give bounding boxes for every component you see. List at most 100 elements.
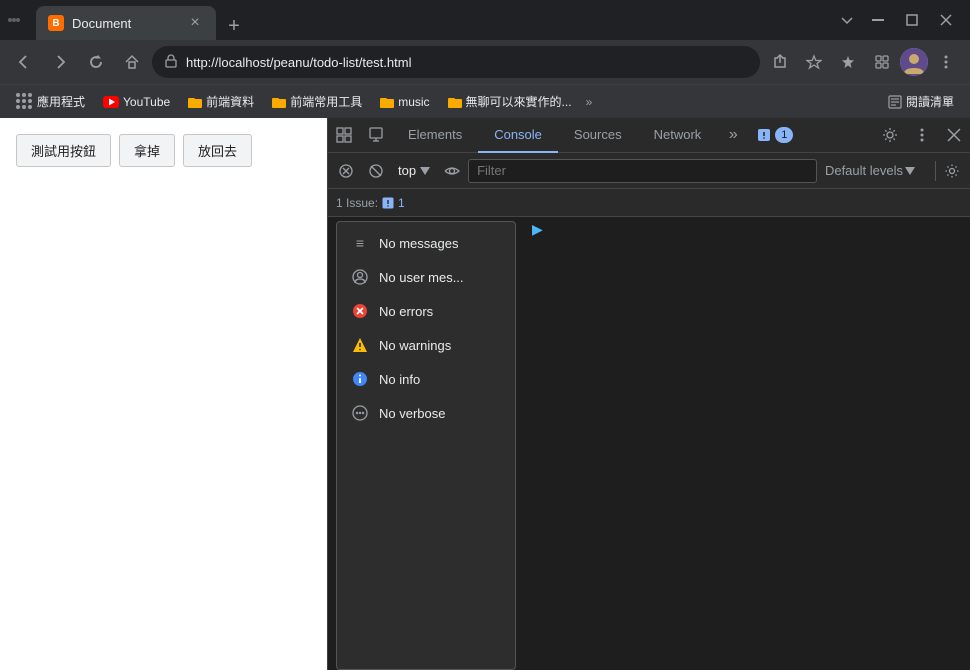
default-levels-label: Default levels <box>825 163 903 178</box>
folder-icon-4 <box>448 96 462 108</box>
menu-item-verbose[interactable]: No verbose <box>337 396 515 430</box>
bookmark-boring-label: 無聊可以來實作的... <box>466 93 572 110</box>
console-messages-area: ≡ No messages No user mes... No errors <box>328 217 970 670</box>
info-label: No info <box>379 372 420 387</box>
browser-tab-document[interactable]: B Document × <box>36 6 216 40</box>
console-bar: top Default levels <box>328 153 970 189</box>
folder-icon-2 <box>272 96 286 108</box>
extensions-icon[interactable] <box>866 46 898 78</box>
window-controls <box>834 4 962 36</box>
bookmarks-more-button[interactable]: » <box>586 95 593 109</box>
profiles-icon[interactable] <box>832 46 864 78</box>
tab-network[interactable]: Network <box>638 118 718 153</box>
menu-item-all-messages[interactable]: ≡ No messages <box>337 226 515 260</box>
clear-console-button[interactable] <box>332 157 360 185</box>
tab-area: B Document × + <box>36 0 826 40</box>
user-messages-label: No user mes... <box>379 270 464 285</box>
forward-button[interactable] <box>44 46 76 78</box>
bookmark-frontend-data[interactable]: 前端資料 <box>180 89 262 114</box>
all-messages-icon: ≡ <box>351 234 369 252</box>
apps-grid-icon <box>16 93 33 110</box>
titlebar: B Document × + <box>0 0 970 40</box>
youtube-icon <box>103 96 119 108</box>
issues-tab[interactable]: 1 <box>749 127 801 143</box>
block-network-button[interactable] <box>362 157 390 185</box>
bookmark-tools-label: 前端常用工具 <box>290 93 362 110</box>
minimize-button[interactable] <box>862 4 894 36</box>
bookmarks-bar: 應用程式 YouTube 前端資料 前端常用工具 music 無聊可以來實作的.… <box>0 84 970 118</box>
inspect-element-button[interactable] <box>328 118 360 153</box>
bookmark-frontend-data-label: 前端資料 <box>206 93 254 110</box>
folder-icon-3 <box>380 96 394 108</box>
reading-list-label: 閱讀清單 <box>906 93 954 110</box>
errors-icon <box>351 302 369 320</box>
user-messages-icon <box>351 268 369 286</box>
issues-bar: 1 Issue: 1 <box>328 189 970 217</box>
reading-list-icon <box>888 95 902 109</box>
tab-elements[interactable]: Elements <box>392 118 478 153</box>
console-output-area: ▶ <box>516 217 970 670</box>
eye-icon[interactable] <box>438 157 466 185</box>
put-back-button[interactable]: 放回去 <box>183 134 252 167</box>
page-buttons: 測試用按鈕 拿掉 放回去 <box>16 134 311 167</box>
context-selector[interactable]: top <box>392 161 436 180</box>
profile-avatar[interactable] <box>900 48 928 76</box>
addressbar-icons <box>764 46 962 78</box>
bookmark-boring[interactable]: 無聊可以來實作的... <box>440 89 580 114</box>
bookmark-star-icon[interactable] <box>798 46 830 78</box>
bookmark-music-label: music <box>398 95 429 109</box>
close-button[interactable] <box>930 4 962 36</box>
back-button[interactable] <box>8 46 40 78</box>
console-level-dropdown: ≡ No messages No user mes... No errors <box>336 221 516 670</box>
url-display: http://localhost/peanu/todo-list/test.ht… <box>186 55 411 70</box>
new-tab-button[interactable]: + <box>220 12 248 40</box>
tab-close-button[interactable]: × <box>186 14 204 32</box>
test-button[interactable]: 測試用按鈕 <box>16 134 111 167</box>
context-dropdown-icon <box>420 167 430 175</box>
default-levels-selector[interactable]: Default levels <box>819 161 921 180</box>
bookmark-youtube[interactable]: YouTube <box>95 91 178 113</box>
issues-count-label: 1 Issue: <box>336 196 378 210</box>
address-bar[interactable]: http://localhost/peanu/todo-list/test.ht… <box>152 46 760 78</box>
console-arrow[interactable]: ▶ <box>524 217 551 241</box>
bookmark-apps[interactable]: 應用程式 <box>8 89 93 114</box>
all-messages-label: No messages <box>379 236 458 251</box>
window-dots-icon <box>8 14 20 26</box>
remove-button[interactable]: 拿掉 <box>119 134 175 167</box>
bookmark-music[interactable]: music <box>372 91 437 113</box>
more-tabs-button[interactable]: » <box>717 118 749 153</box>
menu-item-user-messages[interactable]: No user mes... <box>337 260 515 294</box>
errors-label: No errors <box>379 304 433 319</box>
info-icon <box>351 370 369 388</box>
menu-icon[interactable] <box>930 46 962 78</box>
verbose-label: No verbose <box>379 406 445 421</box>
menu-item-warnings[interactable]: No warnings <box>337 328 515 362</box>
chevron-down-icon[interactable] <box>840 13 854 27</box>
tab-console[interactable]: Console <box>478 118 558 153</box>
tab-sources[interactable]: Sources <box>558 118 638 153</box>
devtools-toolbar-right <box>874 118 970 153</box>
console-settings-button[interactable] <box>938 157 966 185</box>
levels-dropdown-icon <box>905 167 915 175</box>
home-button[interactable] <box>116 46 148 78</box>
main-area: 測試用按鈕 拿掉 放回去 Elements Console Sour <box>0 118 970 670</box>
settings-button[interactable] <box>874 118 906 153</box>
menu-item-errors[interactable]: No errors <box>337 294 515 328</box>
warnings-label: No warnings <box>379 338 451 353</box>
devtools-more-button[interactable] <box>906 118 938 153</box>
bookmark-frontend-tools[interactable]: 前端常用工具 <box>264 89 370 114</box>
restore-button[interactable] <box>896 4 928 36</box>
bookmark-apps-label: 應用程式 <box>37 93 85 110</box>
issues-badge-count: 1 <box>398 196 405 210</box>
close-devtools-button[interactable] <box>938 118 970 153</box>
console-filter-input[interactable] <box>468 159 817 183</box>
verbose-icon <box>351 404 369 422</box>
reload-button[interactable] <box>80 46 112 78</box>
device-mode-button[interactable] <box>360 118 392 153</box>
menu-item-info[interactable]: No info <box>337 362 515 396</box>
issue-icon <box>382 197 394 209</box>
share-icon[interactable] <box>764 46 796 78</box>
reading-list-button[interactable]: 閱讀清單 <box>880 89 962 114</box>
issues-icon <box>757 128 771 142</box>
folder-icon-1 <box>188 96 202 108</box>
